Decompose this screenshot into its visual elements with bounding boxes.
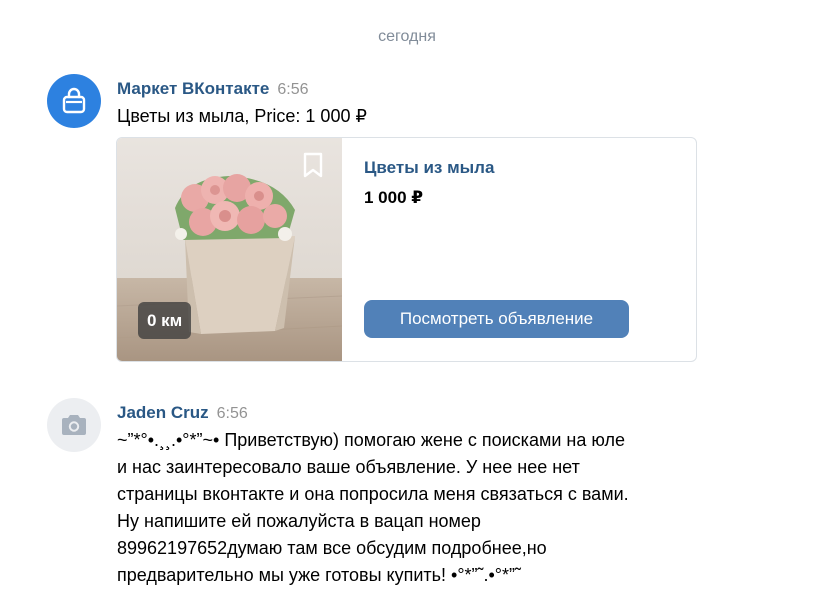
bookmark-icon[interactable] [301, 151, 325, 179]
message-header: Маркет ВКонтакте 6:56 [117, 79, 309, 99]
message-text: Цветы из мыла, Price: 1 000 ₽ [117, 106, 367, 126]
product-photo[interactable]: 0 км [117, 138, 342, 361]
message-line: ~”*°•.¸¸.•°*”~• Приветствую) помогаю жен… [117, 430, 625, 450]
message-author[interactable]: Маркет ВКонтакте [117, 79, 269, 98]
view-listing-button[interactable]: Посмотреть объявление [364, 300, 629, 338]
shopping-bag-icon [62, 87, 86, 114]
product-price: 1 000 ₽ [364, 188, 424, 207]
product-card[interactable]: 0 км Цветы из мыла 1 000 ₽ Посмотреть об… [116, 137, 697, 362]
product-title[interactable]: Цветы из мыла [364, 158, 494, 178]
message-header: Jaden Cruz 6:56 [117, 403, 248, 423]
user-avatar[interactable] [47, 398, 101, 452]
distance-badge: 0 км [138, 302, 192, 339]
message-author[interactable]: Jaden Cruz [117, 403, 209, 422]
message-time: 6:56 [277, 81, 309, 98]
message-time: 6:56 [216, 405, 248, 422]
message-line: 89962197652думаю там все обсудим подробн… [117, 538, 547, 558]
message-text: ~”*°•.¸¸.•°*”~• Приветствую) помогаю жен… [117, 427, 629, 589]
message-line: страницы вконтакте и она попросила меня … [117, 484, 629, 504]
message-line: предварительно мы уже готовы купить! •°*… [117, 565, 521, 585]
date-separator: сегодня [378, 28, 436, 45]
message-line: и нас заинтересовало ваше объявление. У … [117, 457, 580, 477]
market-avatar[interactable] [47, 74, 101, 128]
camera-icon [62, 415, 86, 435]
message-line: Ну напишите ей пожалуйста в вацап номер [117, 511, 481, 531]
